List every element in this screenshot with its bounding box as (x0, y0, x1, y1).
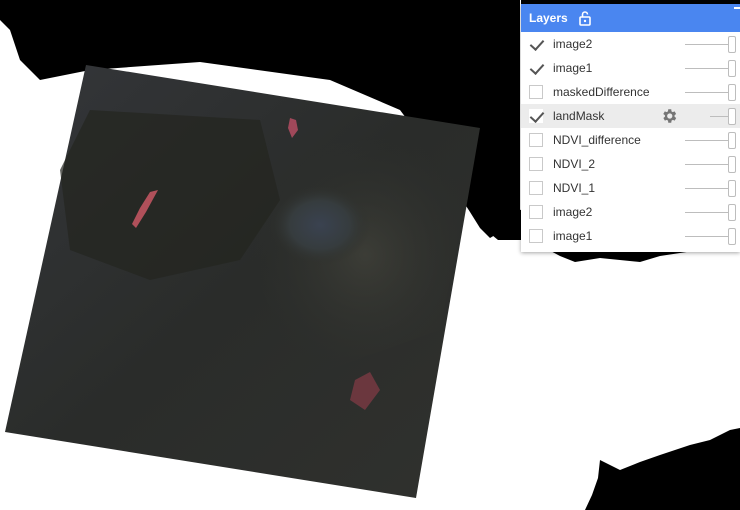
opacity-slider-track[interactable] (685, 140, 730, 141)
layers-title: Layers (529, 11, 568, 25)
layer-item[interactable]: image2 (521, 200, 740, 224)
opacity-slider-track[interactable] (685, 236, 730, 237)
opacity-slider-thumb[interactable] (728, 156, 736, 173)
layer-item[interactable]: image1 (521, 56, 740, 80)
layer-name: NDVI_difference (553, 133, 641, 147)
opacity-slider-thumb[interactable] (728, 180, 736, 197)
layer-name: image1 (553, 61, 593, 75)
layer-item[interactable]: image1 (521, 224, 740, 248)
opacity-slider-track[interactable] (685, 212, 730, 213)
collapse-icon[interactable] (734, 7, 740, 13)
layer-checkbox[interactable] (529, 205, 543, 219)
layer-name: landMask (553, 109, 605, 123)
layer-checkbox[interactable] (529, 85, 543, 99)
opacity-slider-track[interactable] (685, 44, 730, 45)
layer-name: image1 (553, 229, 593, 243)
layer-item[interactable]: image2 (521, 32, 740, 56)
layer-item[interactable]: NDVI_2 (521, 152, 740, 176)
image-haze (250, 130, 480, 380)
layer-item[interactable]: landMask (521, 104, 740, 128)
opacity-slider-thumb[interactable] (728, 108, 736, 125)
lake-feature (270, 185, 370, 265)
layer-checkbox[interactable] (529, 181, 543, 195)
layer-name: NDVI_1 (553, 181, 596, 195)
layer-checkbox[interactable] (529, 61, 543, 75)
layer-name: image2 (553, 205, 593, 219)
layer-item[interactable]: maskedDifference (521, 80, 740, 104)
opacity-slider-track[interactable] (685, 68, 730, 69)
gear-icon[interactable] (660, 107, 678, 125)
layer-list: image2 image1 maskedDifference landMask NDVI… (521, 32, 740, 248)
layer-checkbox[interactable] (529, 133, 543, 147)
opacity-slider-thumb[interactable] (728, 204, 736, 221)
opacity-slider-track[interactable] (685, 164, 730, 165)
opacity-slider-thumb[interactable] (728, 132, 736, 149)
opacity-slider-track[interactable] (685, 92, 730, 93)
layer-name: maskedDifference (553, 85, 650, 99)
layers-panel: Layers image2 image1 maskedDifference landM… (521, 4, 740, 252)
layer-item[interactable]: NDVI_1 (521, 176, 740, 200)
layer-checkbox[interactable] (529, 229, 543, 243)
opacity-slider-thumb[interactable] (728, 60, 736, 77)
layer-checkbox[interactable] (529, 109, 543, 123)
opacity-slider-track[interactable] (710, 116, 730, 117)
lock-open-icon[interactable] (578, 10, 592, 26)
layer-item[interactable]: NDVI_difference (521, 128, 740, 152)
opacity-slider-thumb[interactable] (728, 36, 736, 53)
opacity-slider-track[interactable] (685, 188, 730, 189)
layer-name: image2 (553, 37, 593, 51)
layers-header[interactable]: Layers (521, 4, 740, 32)
layer-checkbox[interactable] (529, 157, 543, 171)
layer-checkbox[interactable] (529, 37, 543, 51)
opacity-slider-thumb[interactable] (728, 228, 736, 245)
landmass-shape (585, 428, 740, 510)
layer-name: NDVI_2 (553, 157, 596, 171)
opacity-slider-thumb[interactable] (728, 84, 736, 101)
